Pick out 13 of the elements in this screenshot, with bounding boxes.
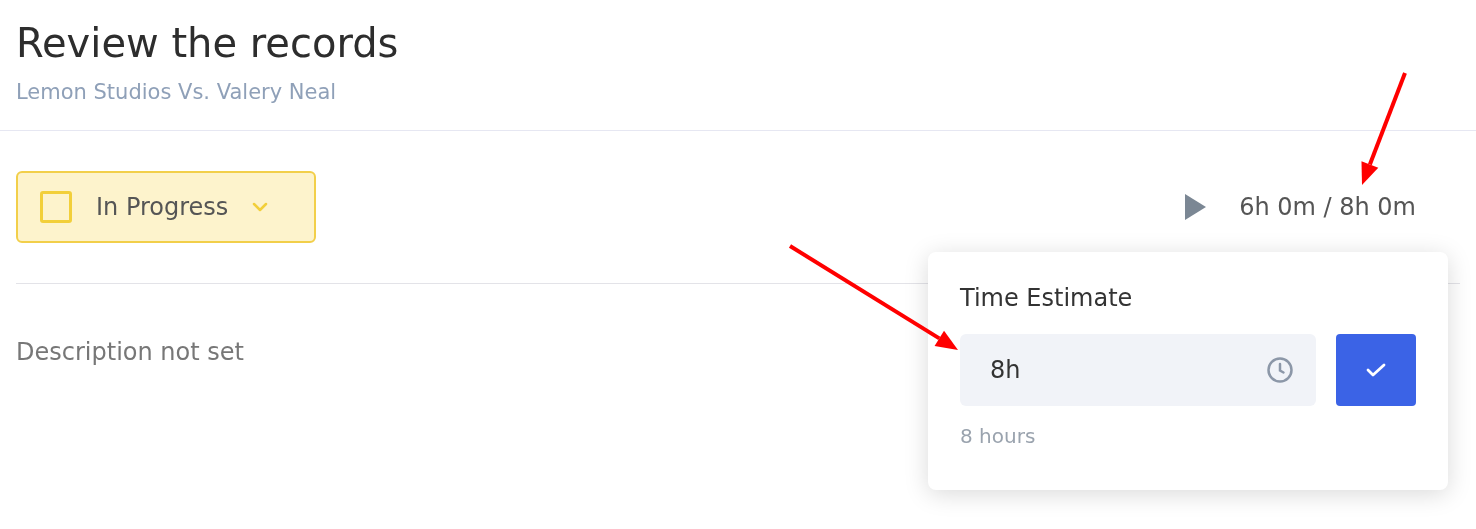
status-dropdown[interactable]: In Progress [16, 171, 316, 243]
confirm-button[interactable] [1336, 334, 1416, 406]
status-checkbox[interactable] [40, 191, 72, 223]
clock-icon [1266, 356, 1294, 384]
checkmark-icon [1365, 362, 1387, 378]
duration-hint: 8 hours [960, 424, 1037, 448]
play-icon[interactable] [1183, 193, 1208, 221]
project-subtitle: Lemon Studios Vs. Valery Neal [16, 80, 338, 104]
chevron-down-icon [252, 202, 269, 212]
time-input-field[interactable]: 8h [960, 334, 1316, 406]
time-tracked: 6h 0m / 8h 0m [1239, 193, 1416, 221]
task-title: Review the records [16, 19, 400, 68]
popover-title: Time Estimate [960, 284, 1134, 312]
